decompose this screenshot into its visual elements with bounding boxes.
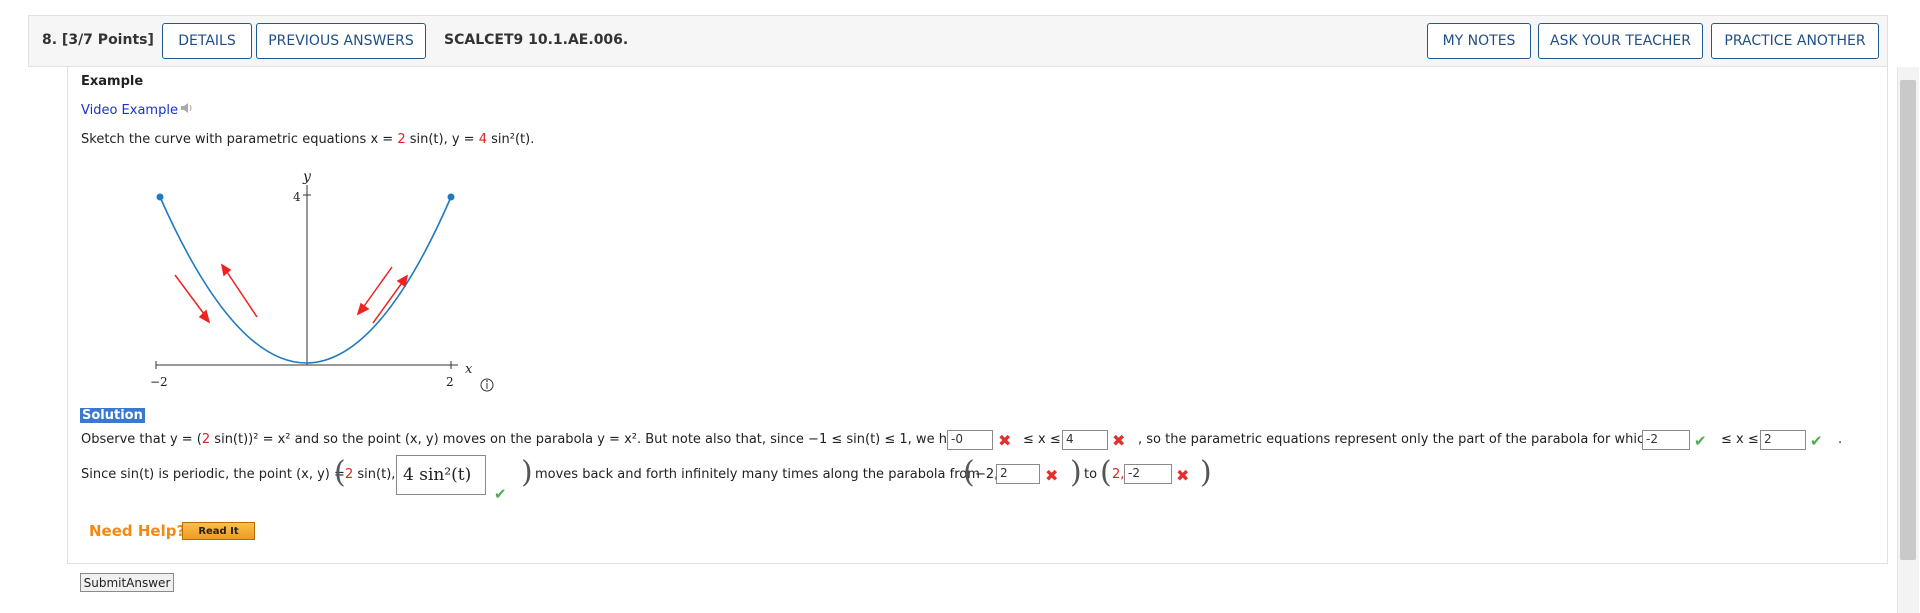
parabola-graph: y 4 x −2 2 — [150, 169, 494, 392]
inequality-label-1: ≤ x ≤ — [1023, 432, 1061, 447]
info-icon[interactable] — [480, 378, 494, 392]
open-paren: ( — [334, 455, 346, 490]
video-example-link[interactable]: Video Example — [81, 102, 194, 118]
correct-check-icon: ✔ — [1694, 432, 1707, 450]
example-prompt: Sketch the curve with parametric equatio… — [81, 132, 534, 147]
incorrect-icon: ✖ — [1045, 466, 1059, 485]
from-y-input[interactable]: 2 — [996, 464, 1040, 484]
x-axis-label: x — [465, 362, 473, 377]
arrow-1 — [174, 274, 208, 319]
from-close-paren: ) — [1070, 455, 1082, 490]
line1-b: sin(t))² = x² and so the point (x, y) mo… — [210, 432, 971, 447]
incorrect-icon: ✖ — [1112, 431, 1126, 450]
direction-arrows — [174, 263, 409, 324]
to-y-input[interactable]: -2 — [1124, 464, 1172, 484]
ask-teacher-button[interactable]: ASK YOUR TEACHER — [1538, 23, 1703, 59]
line2-point: 2 sin(t), — [345, 467, 395, 482]
from-open-paren: ( — [963, 455, 975, 490]
previous-answers-button[interactable]: PREVIOUS ANSWERS — [256, 23, 426, 59]
y-axis-label: y — [302, 169, 312, 185]
from-x-value: −2, — [975, 467, 999, 482]
upper-bound-input-2[interactable]: 2 — [1760, 430, 1806, 450]
solution-label: Solution — [80, 408, 145, 423]
line2-c: moves back and forth infinitely many tim… — [535, 467, 980, 482]
submit-answer-button[interactable]: SubmitAnswer — [80, 573, 174, 592]
line1-a: Observe that y = ( — [81, 432, 202, 447]
prompt-mid: sin(t), y = — [405, 132, 479, 147]
to-x-value: 2, — [1112, 467, 1125, 482]
arrow-2 — [224, 268, 258, 318]
correct-check-icon: ✔ — [1810, 432, 1823, 450]
scrollbar-thumb[interactable] — [1900, 80, 1916, 560]
arrowhead-3 — [356, 302, 370, 316]
y-component-answer-box[interactable]: 4 sin²(t) — [396, 455, 486, 495]
correct-check-icon: ✔ — [494, 485, 507, 503]
to-close-paren: ) — [1200, 455, 1212, 490]
x-tick-neg-label: −2 — [150, 375, 168, 389]
solution-line1: Observe that y = (2 sin(t))² = x² and so… — [81, 432, 971, 447]
speaker-icon[interactable] — [180, 102, 194, 118]
solution-line2: Since sin(t) is periodic, the point (x, … — [81, 467, 345, 482]
example-heading: Example — [81, 74, 144, 89]
y-tick-label: 4 — [293, 190, 301, 204]
endpoint-left — [156, 193, 164, 201]
line1-c: , so the parametric equations represent … — [1138, 432, 1653, 447]
lower-bound-input-1[interactable]: -0 — [947, 430, 993, 450]
prompt-prefix: Sketch the curve with parametric equatio… — [81, 132, 398, 147]
inequality-label-2: ≤ x ≤ — [1721, 432, 1759, 447]
x-tick-pos-label: 2 — [446, 375, 454, 389]
prompt-suffix: sin²(t). — [487, 132, 535, 147]
practice-another-button[interactable]: PRACTICE ANOTHER — [1711, 23, 1879, 59]
incorrect-icon: ✖ — [1176, 466, 1190, 485]
close-paren: ) — [521, 455, 533, 490]
lower-bound-input-2[interactable]: -2 — [1642, 430, 1690, 450]
question-number: 8. [3/7 Points] — [42, 32, 154, 48]
endpoint-right — [447, 193, 455, 201]
line1-coef: 2 — [201, 432, 211, 447]
details-button[interactable]: DETAILS — [162, 23, 252, 59]
arrowhead-4 — [396, 274, 409, 288]
problem-code: SCALCET9 10.1.AE.006. — [444, 32, 629, 48]
x-coefficient: 2 — [397, 132, 406, 147]
video-example-label[interactable]: Video Example — [81, 103, 178, 118]
parabola-curve — [159, 196, 452, 364]
line2-b: sin(t), — [353, 467, 396, 482]
my-notes-button[interactable]: MY NOTES — [1427, 23, 1531, 59]
arrowhead-1 — [198, 309, 211, 324]
question-header: 8. [3/7 Points] DETAILS PREVIOUS ANSWERS… — [28, 15, 1888, 67]
to-open-paren: ( — [1100, 455, 1112, 490]
incorrect-icon: ✖ — [998, 431, 1012, 450]
line1-end: . — [1838, 432, 1843, 447]
read-it-button[interactable]: Read It — [182, 522, 255, 540]
y-coefficient: 4 — [478, 132, 487, 147]
upper-bound-input-1[interactable]: 4 — [1062, 430, 1108, 450]
line2-a: Since sin(t) is periodic, the point (x, … — [81, 467, 345, 482]
need-help-label: Need Help? — [89, 522, 186, 540]
to-word: to — [1084, 467, 1098, 482]
